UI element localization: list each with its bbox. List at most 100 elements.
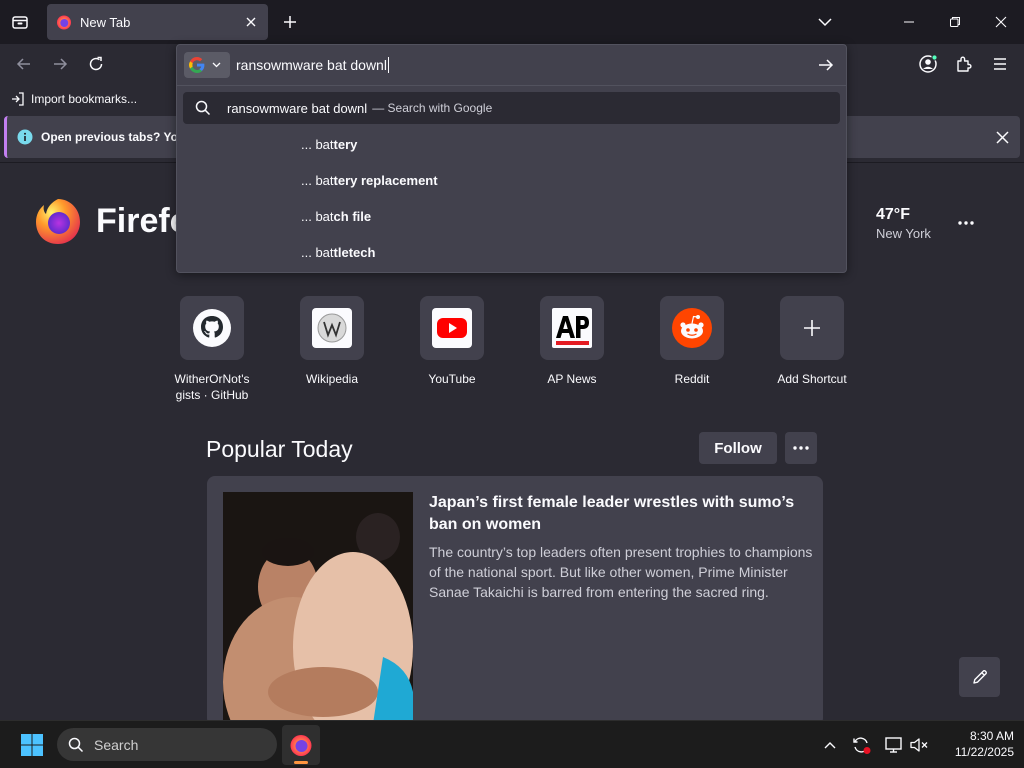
import-bookmarks-label: Import bookmarks... [31, 92, 138, 106]
weather-widget[interactable]: 47°F New York [876, 206, 931, 241]
text-cursor [387, 57, 389, 73]
firefox-taskbar-icon [290, 735, 312, 756]
more-options-icon [793, 446, 809, 450]
reddit-icon [672, 308, 712, 348]
shortcut-tile [780, 296, 844, 360]
suggestion-prefix: ... bat [301, 173, 334, 188]
tab-title: New Tab [80, 14, 131, 30]
ap-news-icon [552, 308, 592, 348]
shortcut-tile [660, 296, 724, 360]
tab-close-button[interactable] [241, 12, 261, 32]
github-icon [193, 309, 231, 347]
shortcut-label: AP News [547, 372, 597, 386]
weather-temperature: 47°F [876, 206, 910, 223]
forward-button[interactable] [44, 48, 76, 80]
story-card[interactable]: Japan’s first female leader wrestles wit… [207, 476, 823, 726]
app-menu-button[interactable] [984, 48, 1016, 80]
urlbar-dropdown: ransowmware bat downl ransowmware bat do… [176, 44, 847, 273]
forward-arrow-icon [54, 58, 68, 70]
back-button[interactable] [8, 48, 40, 80]
hamburger-menu-icon [994, 58, 1006, 70]
new-tab-button[interactable] [276, 8, 304, 36]
customize-button[interactable] [959, 657, 1000, 697]
story-title[interactable]: Japan’s first female leader wrestles wit… [429, 492, 809, 536]
notification-close-button[interactable] [990, 125, 1014, 149]
shortcut-youtube[interactable]: YouTube [404, 296, 500, 387]
taskbar-clock[interactable]: 8:30 AM 11/22/2025 [936, 728, 1014, 760]
shortcut-tile [540, 296, 604, 360]
extensions-button[interactable] [948, 48, 980, 80]
list-all-tabs-button[interactable] [810, 8, 840, 36]
tab-list-button[interactable] [4, 6, 36, 38]
puzzle-icon [957, 56, 972, 72]
search-engine-button[interactable] [184, 52, 230, 78]
urlbar-text: ransowmware bat downl [236, 57, 387, 73]
suggestion-item[interactable]: ... battletech [301, 245, 375, 260]
shortcut-reddit[interactable]: Reddit [644, 296, 740, 387]
shortcut-label: Add Shortcut [777, 372, 847, 386]
search-icon [195, 100, 211, 116]
chevron-down-icon [818, 18, 832, 27]
suggestion-completion: ch file [333, 209, 372, 224]
sync-icon [853, 737, 871, 754]
search-suggestion-primary[interactable]: ransowmware bat downl — Search with Goog… [183, 92, 840, 124]
close-icon [995, 16, 1007, 28]
taskbar-search-placeholder: Search [94, 736, 139, 753]
follow-label: Follow [714, 439, 762, 457]
close-icon [246, 17, 256, 27]
tray-network-button[interactable] [883, 734, 905, 756]
suggestion-item[interactable]: ... battery [301, 137, 357, 152]
search-icon [68, 737, 84, 752]
taskbar-firefox[interactable] [282, 725, 320, 765]
chevron-down-icon [212, 62, 221, 68]
network-icon [885, 737, 902, 753]
start-button[interactable] [16, 731, 48, 759]
tray-volume-button[interactable] [908, 734, 930, 756]
weather-menu-button[interactable] [952, 211, 980, 235]
suggestion-prefix: ... bat [301, 137, 334, 152]
tab-new-tab[interactable]: New Tab [47, 4, 268, 40]
shortcut-github[interactable]: WitherOrNot's gists · GitHub [164, 296, 260, 403]
firefox-favicon-icon [57, 15, 71, 30]
clock-time: 8:30 AM [969, 729, 1014, 743]
suggestion-item[interactable]: ... batch file [301, 209, 371, 224]
shortcut-tile [420, 296, 484, 360]
import-icon [12, 92, 24, 106]
urlbar[interactable]: ransowmware bat downl [177, 45, 846, 85]
popular-today-heading: Popular Today [206, 436, 353, 462]
urlbar-input[interactable]: ransowmware bat downl [236, 57, 389, 73]
popular-more-button[interactable] [785, 432, 817, 464]
account-icon [919, 54, 938, 73]
windows-logo-icon [21, 734, 43, 756]
tray-sync-icon-button[interactable] [850, 734, 872, 756]
shortcut-add[interactable]: Add Shortcut [764, 296, 860, 387]
clock-date: 11/22/2025 [954, 745, 1014, 759]
shortcut-label: Wikipedia [305, 372, 359, 386]
restore-icon [950, 17, 960, 27]
shortcut-ap-news[interactable]: AP News [524, 296, 620, 387]
go-button[interactable] [813, 53, 839, 77]
reload-button[interactable] [80, 48, 112, 80]
windows-taskbar: Search 8:30 AM 11/22/2025 [0, 720, 1024, 768]
story-excerpt: The country’s top leaders often present … [429, 544, 813, 600]
account-button[interactable] [912, 48, 944, 80]
wikipedia-icon [312, 308, 352, 348]
show-hidden-icons-button[interactable] [820, 735, 840, 755]
suggestion-completion: tery replacement [333, 173, 438, 188]
shortcut-wikipedia[interactable]: Wikipedia [284, 296, 380, 387]
follow-button[interactable]: Follow [699, 432, 777, 464]
plus-icon [284, 16, 296, 28]
shortcut-tile [180, 296, 244, 360]
suggestion-prefix: ... bat [301, 245, 334, 260]
suggestion-query: ransowmware bat downl [227, 100, 368, 116]
arrow-right-icon [819, 59, 834, 71]
pencil-icon [972, 670, 987, 684]
suggestion-completion: tery [333, 137, 358, 152]
firefox-logo: Firefo [32, 195, 190, 247]
import-bookmarks-button[interactable]: Import bookmarks... [10, 90, 137, 108]
restore-button[interactable] [932, 0, 978, 44]
minimize-button[interactable] [886, 0, 932, 44]
taskbar-search[interactable]: Search [57, 728, 277, 761]
close-window-button[interactable] [978, 0, 1024, 44]
suggestion-item[interactable]: ... battery replacement [301, 173, 438, 188]
